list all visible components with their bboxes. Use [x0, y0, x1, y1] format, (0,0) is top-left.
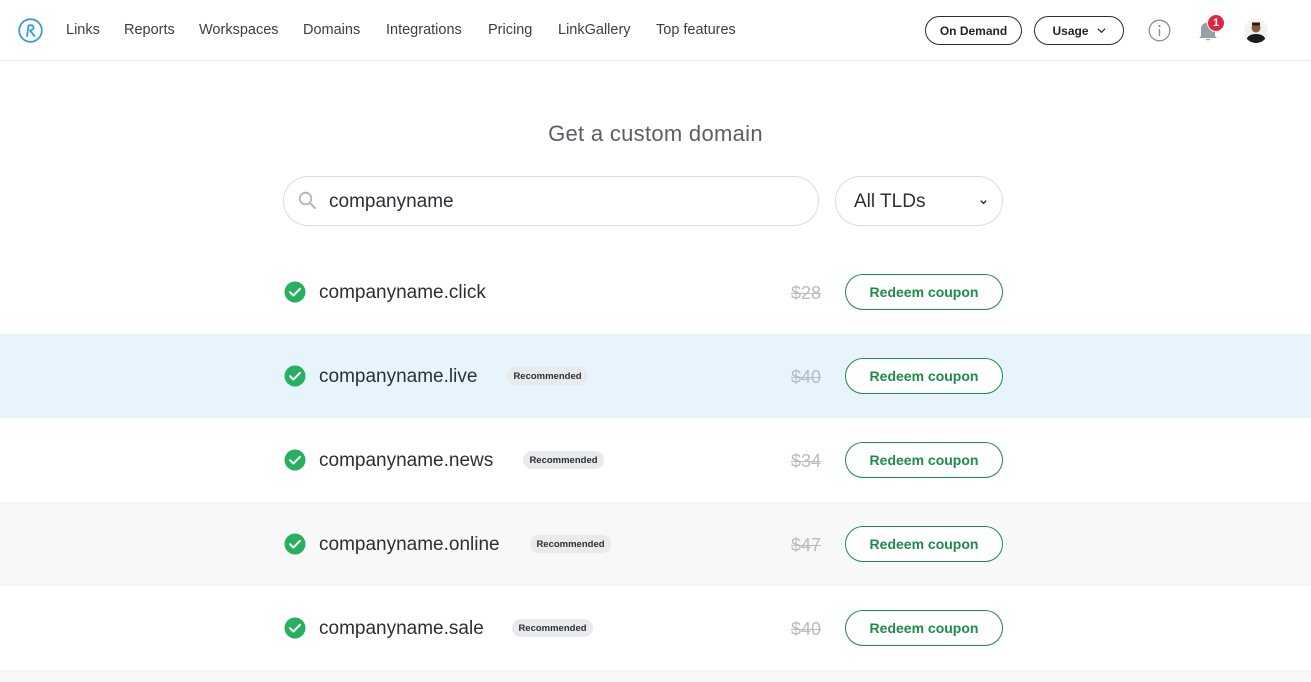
domain-price: $40 — [790, 619, 821, 639]
tld-filter-value: All TLDs — [854, 191, 926, 212]
recommended-badge: Recommended — [523, 451, 604, 469]
top-navigation-bar: Links Reports Workspaces Domains Integra… — [0, 0, 1311, 61]
domain-name: companyname.news — [319, 450, 494, 471]
domain-price: $40 — [790, 367, 821, 387]
domain-name: companyname.online — [319, 534, 500, 555]
domain-price: $28 — [790, 283, 821, 303]
recommended-badge: Recommended — [530, 535, 611, 553]
domain-result-row: companyname.online Recommended $47 Redee… — [0, 502, 1311, 586]
redeem-coupon-button[interactable]: Redeem coupon — [845, 442, 1003, 478]
domain-name: companyname.click — [319, 282, 486, 303]
domain-result-row — [0, 670, 1311, 682]
rebrandly-logo-icon[interactable] — [18, 18, 43, 43]
nav-domains[interactable]: Domains — [303, 21, 360, 39]
nav-links[interactable]: Links — [66, 21, 100, 39]
notification-badge: 1 — [1207, 14, 1225, 32]
redeem-coupon-button[interactable]: Redeem coupon — [845, 526, 1003, 562]
nav-reports[interactable]: Reports — [124, 21, 175, 39]
nav-workspaces[interactable]: Workspaces — [199, 21, 279, 39]
on-demand-label: On Demand — [939, 23, 1008, 38]
page-title: Get a custom domain — [548, 121, 763, 146]
domain-name: companyname.live — [319, 366, 478, 387]
redeem-coupon-button[interactable]: Redeem coupon — [845, 358, 1003, 394]
nav-top-features[interactable]: Top features — [656, 21, 736, 39]
domain-result-row: companyname.live Recommended $40 Redeem … — [0, 334, 1311, 418]
user-avatar-icon — [1244, 19, 1268, 43]
on-demand-button[interactable]: On Demand — [925, 16, 1022, 45]
usage-dropdown-button[interactable]: Usage — [1034, 16, 1124, 45]
domain-search-input[interactable] — [329, 189, 789, 215]
check-circle-icon — [284, 617, 306, 639]
nav-integrations[interactable]: Integrations — [386, 21, 462, 39]
domain-search-box — [283, 176, 819, 226]
domain-price: $34 — [790, 451, 821, 471]
usage-label: Usage — [1052, 23, 1089, 38]
domain-name: companyname.sale — [319, 618, 484, 639]
check-circle-icon — [284, 449, 306, 471]
avatar[interactable] — [1244, 19, 1268, 43]
domain-result-row: companyname.sale Recommended $40 Redeem … — [0, 586, 1311, 670]
check-circle-icon — [284, 365, 306, 387]
tld-filter-select[interactable]: All TLDs — [835, 176, 1003, 226]
nav-pricing[interactable]: Pricing — [488, 21, 532, 39]
check-circle-icon — [284, 281, 306, 303]
recommended-badge: Recommended — [507, 367, 588, 385]
check-circle-icon — [284, 533, 306, 555]
chevron-down-icon — [1097, 28, 1106, 34]
redeem-coupon-button[interactable]: Redeem coupon — [845, 274, 1003, 310]
search-icon — [298, 191, 316, 209]
domain-result-row: companyname.click $28 Redeem coupon — [0, 250, 1311, 334]
domain-price: $47 — [790, 535, 821, 555]
domain-result-row: companyname.news Recommended $34 Redeem … — [0, 418, 1311, 502]
redeem-coupon-button[interactable]: Redeem coupon — [845, 610, 1003, 646]
info-icon[interactable] — [1148, 19, 1171, 42]
chevron-down-icon — [980, 200, 987, 205]
nav-linkgallery[interactable]: LinkGallery — [558, 21, 631, 39]
recommended-badge: Recommended — [512, 619, 593, 637]
